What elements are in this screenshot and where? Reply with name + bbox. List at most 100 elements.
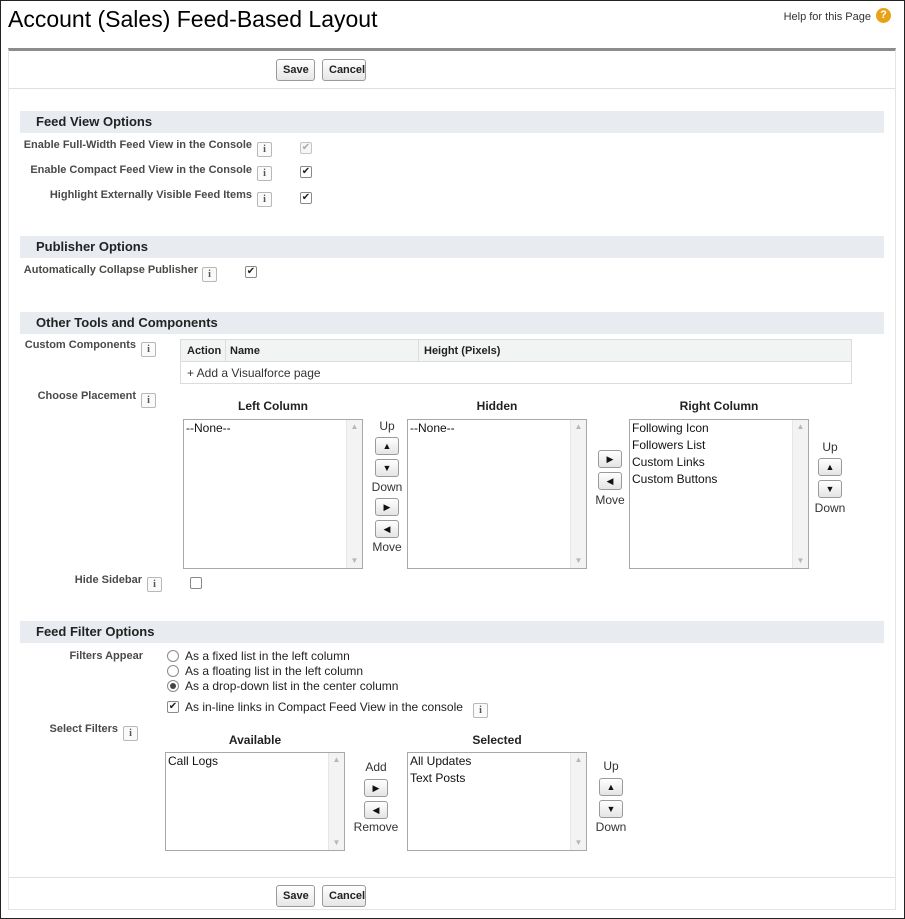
custom-components-label: Custom Components [24,339,136,351]
available-scrollbar[interactable]: ▲ ▼ [328,753,344,850]
move-down-button[interactable]: ▼ [375,459,399,477]
select-filters-info-icon[interactable]: i [123,726,138,741]
compact-feed-checkbox[interactable]: ✔ [300,166,312,178]
collapse-publisher-checkbox[interactable]: ✔ [245,266,257,278]
filters-appear-label: Filters Appear [69,650,143,662]
column-header-action: Action [187,345,222,357]
selected-filters-listbox[interactable]: All Updates Text Posts ▲ ▼ [407,752,587,851]
remove-filter-button[interactable]: ◀ [364,801,388,819]
collapse-publisher-info-icon[interactable]: i [202,267,217,282]
caret-up-icon: ▲ [825,462,835,472]
choose-placement-info-icon[interactable]: i [141,393,156,408]
hide-sidebar-label: Hide Sidebar [74,574,142,586]
floating-list-option-label: As a floating list in the left column [185,664,364,678]
page-title: Account (Sales) Feed-Based Layout [8,6,378,32]
scroll-down-arrow-icon[interactable]: ▼ [347,554,362,568]
add-filter-button[interactable]: ▶ [364,779,388,797]
inline-links-checkbox[interactable]: ✔ [167,701,179,713]
button-bar-divider [9,88,895,89]
move-to-right-column-button[interactable]: ▶ [598,450,622,468]
move-left-button[interactable]: ◀ [375,520,399,538]
list-item[interactable]: --None-- [184,420,362,437]
cancel-button-bottom[interactable]: Cancel [322,885,366,907]
list-item[interactable]: Following Icon [630,420,808,437]
selected-down-button[interactable]: ▼ [599,800,623,818]
move-up-button[interactable]: ▲ [375,437,399,455]
compact-feed-label: Enable Compact Feed View in the Console [30,164,252,176]
save-button-top[interactable]: Save [276,59,315,81]
scroll-up-arrow-icon[interactable]: ▲ [571,420,586,434]
help-link[interactable]: Help for this Page [784,11,871,23]
caret-down-icon: ▼ [382,463,392,473]
down-label: Down [814,501,846,515]
right-column-down-button[interactable]: ▼ [818,480,842,498]
list-item[interactable]: Call Logs [166,753,344,770]
collapse-publisher-label: Automatically Collapse Publisher [23,264,198,276]
hide-sidebar-checkbox[interactable] [190,577,202,589]
save-button-bottom[interactable]: Save [276,885,315,907]
scroll-down-arrow-icon[interactable]: ▼ [571,554,586,568]
other-tools-header: Other Tools and Components [20,312,884,334]
scroll-up-arrow-icon[interactable]: ▲ [793,420,808,434]
hidden-scrollbar[interactable]: ▲ ▼ [570,420,586,568]
caret-up-icon: ▲ [382,441,392,451]
add-visualforce-page-link[interactable]: + Add a Visualforce page [187,362,321,384]
scroll-down-arrow-icon[interactable]: ▼ [329,836,344,850]
available-filters-listbox[interactable]: Call Logs ▲ ▼ [165,752,345,851]
list-item[interactable]: Text Posts [408,770,586,787]
selected-scrollbar[interactable]: ▲ ▼ [570,753,586,850]
fixed-list-radio[interactable] [167,650,179,662]
help-icon[interactable]: ? [876,8,891,23]
down-label: Down [595,820,627,834]
selected-up-button[interactable]: ▲ [599,778,623,796]
caret-up-icon: ▲ [606,782,616,792]
scroll-down-arrow-icon[interactable]: ▼ [793,554,808,568]
compact-feed-info-icon[interactable]: i [257,166,272,181]
hidden-listbox[interactable]: --None-- ▲ ▼ [407,419,587,569]
inline-links-info-icon[interactable]: i [473,703,488,718]
caret-right-icon: ▶ [383,502,391,512]
hide-sidebar-info-icon[interactable]: i [147,577,162,592]
highlight-feed-label: Highlight Externally Visible Feed Items [49,189,252,201]
move-label: Move [595,493,625,507]
scroll-up-arrow-icon[interactable]: ▲ [571,753,586,767]
cancel-button-top[interactable]: Cancel [322,59,366,81]
scroll-down-arrow-icon[interactable]: ▼ [571,836,586,850]
highlight-feed-checkbox[interactable]: ✔ [300,192,312,204]
select-filters-label: Select Filters [49,723,118,735]
left-column-title: Left Column [238,399,308,413]
custom-components-info-icon[interactable]: i [141,342,156,357]
feed-view-options-header: Feed View Options [20,111,884,133]
custom-components-table: Action Name Height (Pixels) + Add a Visu… [180,339,852,384]
list-item[interactable]: Custom Links [630,454,808,471]
scroll-up-arrow-icon[interactable]: ▲ [329,753,344,767]
dropdown-list-radio[interactable] [167,680,179,692]
column-header-name: Name [230,345,260,357]
left-column-scrollbar[interactable]: ▲ ▼ [346,420,362,568]
right-column-up-button[interactable]: ▲ [818,458,842,476]
selected-title: Selected [472,733,522,747]
caret-right-icon: ▶ [606,454,614,464]
move-label: Move [372,540,402,554]
right-column-scrollbar[interactable]: ▲ ▼ [792,420,808,568]
move-to-hidden-button[interactable]: ◀ [598,472,622,490]
full-width-feed-checkbox[interactable]: ✔ [300,142,312,154]
publisher-options-header: Publisher Options [20,236,884,258]
full-width-info-icon[interactable]: i [257,142,272,157]
list-item[interactable]: All Updates [408,753,586,770]
move-right-button[interactable]: ▶ [375,498,399,516]
list-item[interactable]: Followers List [630,437,808,454]
column-divider [418,340,419,362]
list-item[interactable]: Custom Buttons [630,471,808,488]
list-item[interactable]: --None-- [408,420,586,437]
custom-components-table-header [181,340,851,362]
left-column-listbox[interactable]: --None-- ▲ ▼ [183,419,363,569]
hidden-column-title: Hidden [476,399,518,413]
caret-left-icon: ◀ [606,476,614,486]
scroll-up-arrow-icon[interactable]: ▲ [347,420,362,434]
highlight-feed-info-icon[interactable]: i [257,192,272,207]
right-column-listbox[interactable]: Following Icon Followers List Custom Lin… [629,419,809,569]
floating-list-radio[interactable] [167,665,179,677]
column-header-height: Height (Pixels) [424,345,501,357]
full-width-feed-label: Enable Full-Width Feed View in the Conso… [23,139,252,151]
